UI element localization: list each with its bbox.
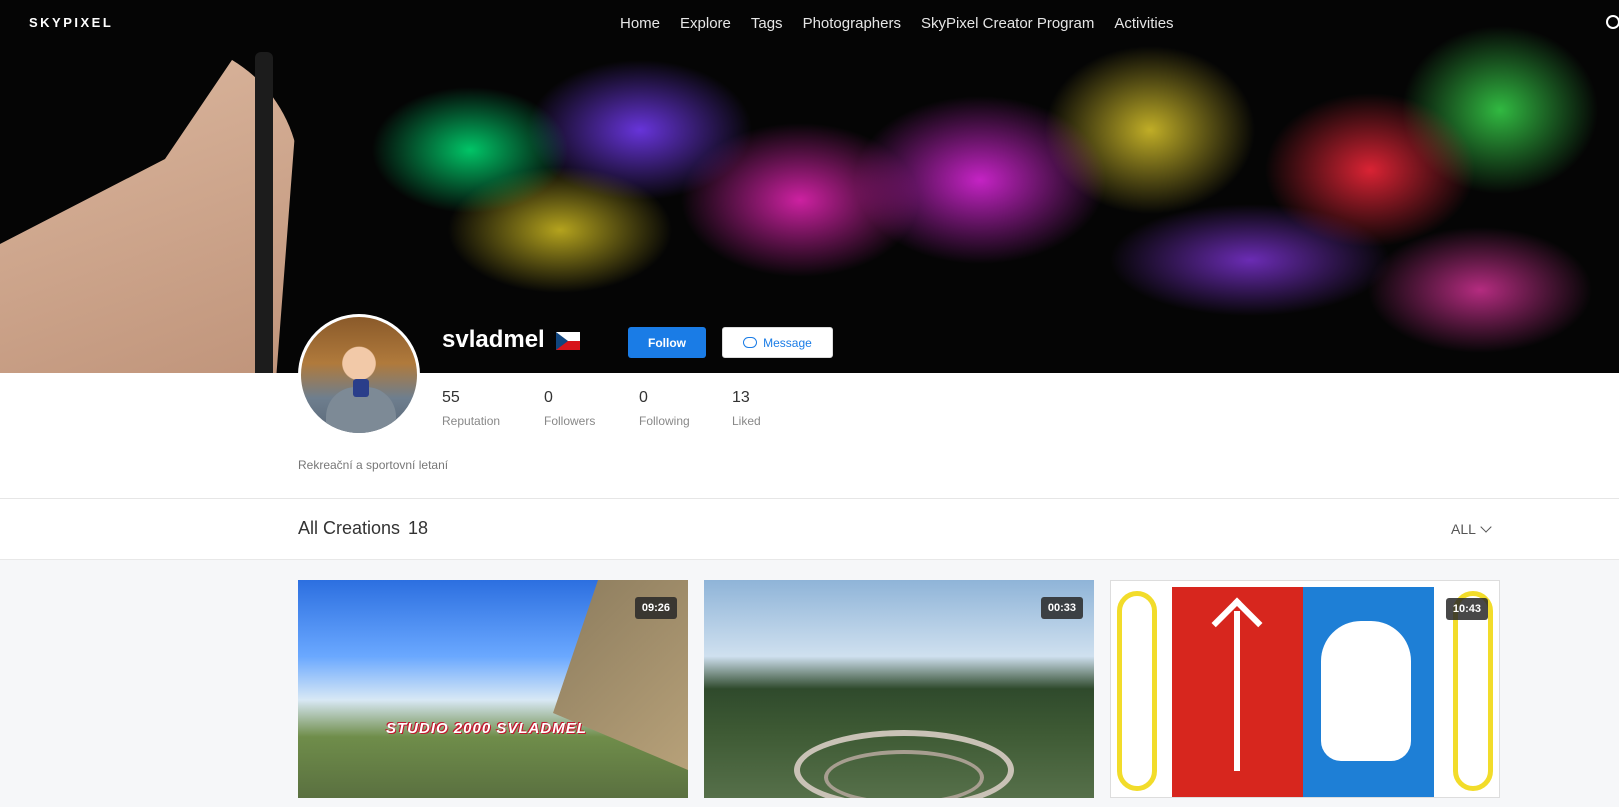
observation-deck-inner-image: [824, 750, 984, 798]
message-button-label: Message: [763, 335, 812, 350]
avatar-cup: [353, 379, 369, 397]
creations-header: [0, 499, 1619, 560]
profile-username: svladmel: [442, 326, 545, 353]
coat-of-arms-ornament: [1117, 591, 1157, 791]
skypixel-logo[interactable]: SKYPIXEL: [29, 15, 113, 30]
nav-link-explore[interactable]: Explore: [680, 15, 731, 32]
stat-label: Reputation: [442, 414, 501, 428]
cover-banner: [0, 0, 1619, 373]
creation-card[interactable]: 00:33: [704, 580, 1094, 798]
stat-label: Followers: [544, 414, 596, 428]
creation-card[interactable]: 10:43: [1110, 580, 1500, 798]
top-nav: SKYPIXEL Home Explore Tags Photographers…: [0, 0, 1619, 46]
follow-button[interactable]: Follow: [628, 327, 706, 358]
nav-links: Home Explore Tags Photographers SkyPixel…: [620, 15, 1194, 32]
avatar[interactable]: [298, 314, 420, 436]
nav-link-tags[interactable]: Tags: [751, 15, 783, 32]
creation-card[interactable]: STUDIO 2000 SVLADMEL 09:26: [298, 580, 688, 798]
stat-value: 0: [544, 389, 553, 406]
stat-followers[interactable]: 0 Followers: [544, 389, 639, 428]
stat-value: 0: [639, 389, 648, 406]
stat-liked[interactable]: 13 Liked: [732, 389, 792, 428]
filter-label: ALL: [1451, 521, 1476, 537]
creations-title-label: All Creations: [298, 518, 401, 538]
czech-flag-icon: [556, 332, 580, 350]
duration-badge: 00:33: [1040, 597, 1083, 619]
coat-of-arms-ornament: [1453, 591, 1493, 791]
stat-value: 13: [732, 389, 750, 406]
chat-bubble-icon: [743, 337, 758, 348]
banner-phone-image: [255, 52, 273, 373]
stat-following[interactable]: 0 Following: [639, 389, 732, 428]
profile-bio: Rekreační a sportovní letaní: [298, 458, 449, 472]
nav-link-photographers[interactable]: Photographers: [803, 15, 901, 32]
video-watermark: STUDIO 2000 SVLADMEL: [386, 720, 587, 737]
creations-filter-dropdown[interactable]: ALL: [1451, 521, 1492, 537]
message-button[interactable]: Message: [722, 327, 833, 358]
nav-link-home[interactable]: Home: [620, 15, 660, 32]
eagle-emblem: [1321, 621, 1411, 761]
nav-link-creator-program[interactable]: SkyPixel Creator Program: [921, 15, 1094, 32]
stat-reputation: 55 Reputation: [442, 389, 544, 428]
creations-title: All Creations 18: [298, 518, 428, 539]
creations-count: 18: [408, 518, 429, 538]
profile-info-panel: [0, 373, 1619, 499]
stat-label: Following: [639, 414, 690, 428]
profile-stats: 55 Reputation 0 Followers 0 Following 13…: [442, 389, 792, 428]
stat-label: Liked: [732, 414, 761, 428]
nav-link-activities[interactable]: Activities: [1114, 15, 1173, 32]
search-icon[interactable]: [1606, 15, 1619, 29]
duration-badge: 09:26: [634, 597, 677, 619]
chevron-down-icon: [1480, 521, 1492, 533]
duration-badge: 10:43: [1445, 598, 1488, 620]
stat-value: 55: [442, 389, 460, 406]
